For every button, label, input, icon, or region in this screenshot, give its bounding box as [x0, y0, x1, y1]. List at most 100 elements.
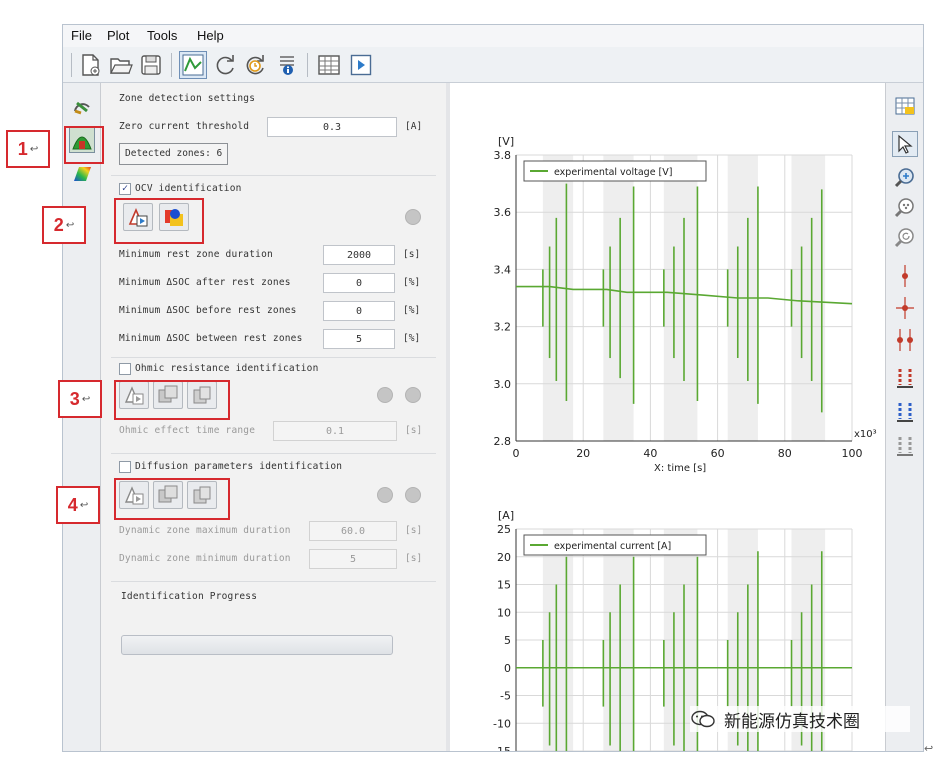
clock-refresh-icon[interactable]	[241, 51, 269, 79]
annotation-3-box	[114, 380, 230, 420]
y-tick-label: -15	[493, 745, 511, 751]
min-rest-label: Minimum rest zone duration	[119, 249, 273, 260]
plot-canvas: 2.83.03.23.43.63.80 20 40 60 80 100X: time [s…	[493, 135, 877, 760]
annotation-4: 4 ↩	[56, 486, 100, 524]
annotation-2-number: 2	[53, 214, 64, 235]
x-tick-label: 60	[711, 447, 725, 460]
annotation-arrow: ↩	[65, 219, 75, 231]
min-dsoc-between-unit: [%]	[403, 333, 421, 344]
y-tick-label: 15	[497, 579, 511, 592]
battery-model-icon[interactable]	[69, 93, 95, 119]
ocv-status-dot	[405, 209, 421, 225]
x-tick-label: 80	[778, 447, 792, 460]
y-tick-label: 25	[497, 523, 511, 536]
x-tick-label: 40	[643, 447, 657, 460]
zoom-in-icon[interactable]	[892, 165, 918, 191]
ocv-label: OCV identification	[135, 183, 242, 194]
dyn-max-unit: [s]	[405, 525, 423, 536]
annotation-2-box	[114, 198, 204, 244]
zero-current-field[interactable]: 0.3	[267, 117, 397, 137]
toolbar-separator	[171, 53, 172, 77]
plot-icon[interactable]	[179, 51, 207, 79]
min-dsoc-between-label: Minimum ΔSOC between rest zones	[119, 333, 303, 344]
x-tick-label: 20	[576, 447, 590, 460]
play-icon[interactable]	[347, 51, 375, 79]
ohmic-checkbox[interactable]	[119, 363, 131, 375]
y-tick-label: 3.2	[494, 321, 512, 334]
ohmic-time-field[interactable]: 0.1	[273, 421, 397, 441]
toolbar-separator	[307, 53, 308, 77]
ohmic-status-dot-2	[405, 387, 421, 403]
zoom-fit-icon[interactable]	[892, 195, 918, 221]
menu-plot[interactable]: Plot	[107, 28, 129, 43]
marker-cross-icon[interactable]	[892, 295, 918, 321]
menu-help[interactable]: Help	[197, 28, 224, 43]
ohmic-time-label: Ohmic effect time range	[119, 425, 256, 436]
new-file-icon[interactable]	[77, 51, 105, 79]
x-tick-label: 0	[513, 447, 520, 460]
y-tick-label: 10	[497, 606, 511, 619]
progress-label: Identification Progress	[121, 591, 258, 602]
toolbar-separator	[71, 53, 72, 77]
diffusion-status-dot-1	[377, 487, 393, 503]
divider	[111, 175, 436, 176]
y-tick-label: -10	[493, 717, 511, 730]
annotation-4-number: 4	[67, 494, 78, 515]
y-tick-label: 20	[497, 551, 511, 564]
annotation-1-box	[64, 126, 104, 164]
cursor-blue-icon[interactable]	[892, 399, 918, 425]
dyn-min-unit: [s]	[405, 553, 423, 564]
ocv-checkbox[interactable]: ✓	[119, 183, 131, 195]
watermark-text: 新能源仿真技术圈	[724, 711, 860, 732]
gradient-map-icon[interactable]	[69, 161, 95, 187]
detected-zones-box: Detected zones: 6	[119, 143, 229, 165]
info-icon[interactable]	[273, 51, 301, 79]
refresh-icon[interactable]	[211, 51, 239, 79]
annotation-arrow: ↩	[81, 393, 91, 405]
line-break-mark: ↩	[924, 743, 934, 755]
y-tick-label: 0	[504, 662, 511, 675]
divider	[111, 453, 436, 454]
table-icon[interactable]	[315, 51, 343, 79]
annotation-arrow: ↩	[29, 143, 39, 155]
min-dsoc-after-field[interactable]: 0	[323, 273, 395, 293]
cursor-red-icon[interactable]	[892, 365, 918, 391]
menu-tools[interactable]: Tools	[147, 28, 177, 43]
cursor-gray-icon[interactable]	[892, 433, 918, 459]
chart-band	[603, 155, 634, 441]
annotation-1: 1 ↩	[6, 130, 50, 168]
save-icon[interactable]	[137, 51, 165, 79]
divider	[111, 581, 436, 582]
annotation-3: 3 ↩	[58, 380, 102, 418]
data-table-icon[interactable]	[892, 93, 918, 119]
open-folder-icon[interactable]	[107, 51, 135, 79]
diffusion-status-dot-2	[405, 487, 421, 503]
diffusion-label: Diffusion parameters identification	[135, 461, 343, 472]
annotation-3-number: 3	[69, 388, 80, 409]
marker-pair-icon[interactable]	[892, 327, 918, 353]
diffusion-checkbox[interactable]	[119, 461, 131, 473]
x-tick-label: 100	[842, 447, 863, 460]
min-dsoc-before-unit: [%]	[403, 305, 421, 316]
annotation-arrow: ↩	[79, 499, 89, 511]
menu-file[interactable]: File	[71, 28, 92, 43]
dyn-max-field[interactable]: 60.0	[309, 521, 397, 541]
ohmic-status-dot-1	[377, 387, 393, 403]
min-dsoc-between-field[interactable]: 5	[323, 329, 395, 349]
y-tick-label: 3.8	[494, 149, 512, 162]
y-tick-label: 3.6	[494, 206, 512, 219]
zero-current-unit: [A]	[405, 121, 423, 132]
menu-bar: File Plot Tools Help	[63, 25, 923, 47]
y-tick-label: 5	[504, 634, 511, 647]
y-tick-label: 2.8	[494, 435, 512, 448]
min-dsoc-before-field[interactable]: 0	[323, 301, 395, 321]
identification-progress-bar	[121, 635, 393, 655]
zoom-reset-icon[interactable]	[892, 225, 918, 251]
divider	[111, 357, 436, 358]
min-rest-field[interactable]: 2000	[323, 245, 395, 265]
dyn-min-field[interactable]: 5	[309, 549, 397, 569]
marker-single-icon[interactable]	[892, 263, 918, 289]
zone-detection-title: Zone detection settings	[119, 93, 256, 104]
zero-current-label: Zero current threshold	[119, 121, 250, 132]
pointer-icon[interactable]	[892, 131, 918, 157]
